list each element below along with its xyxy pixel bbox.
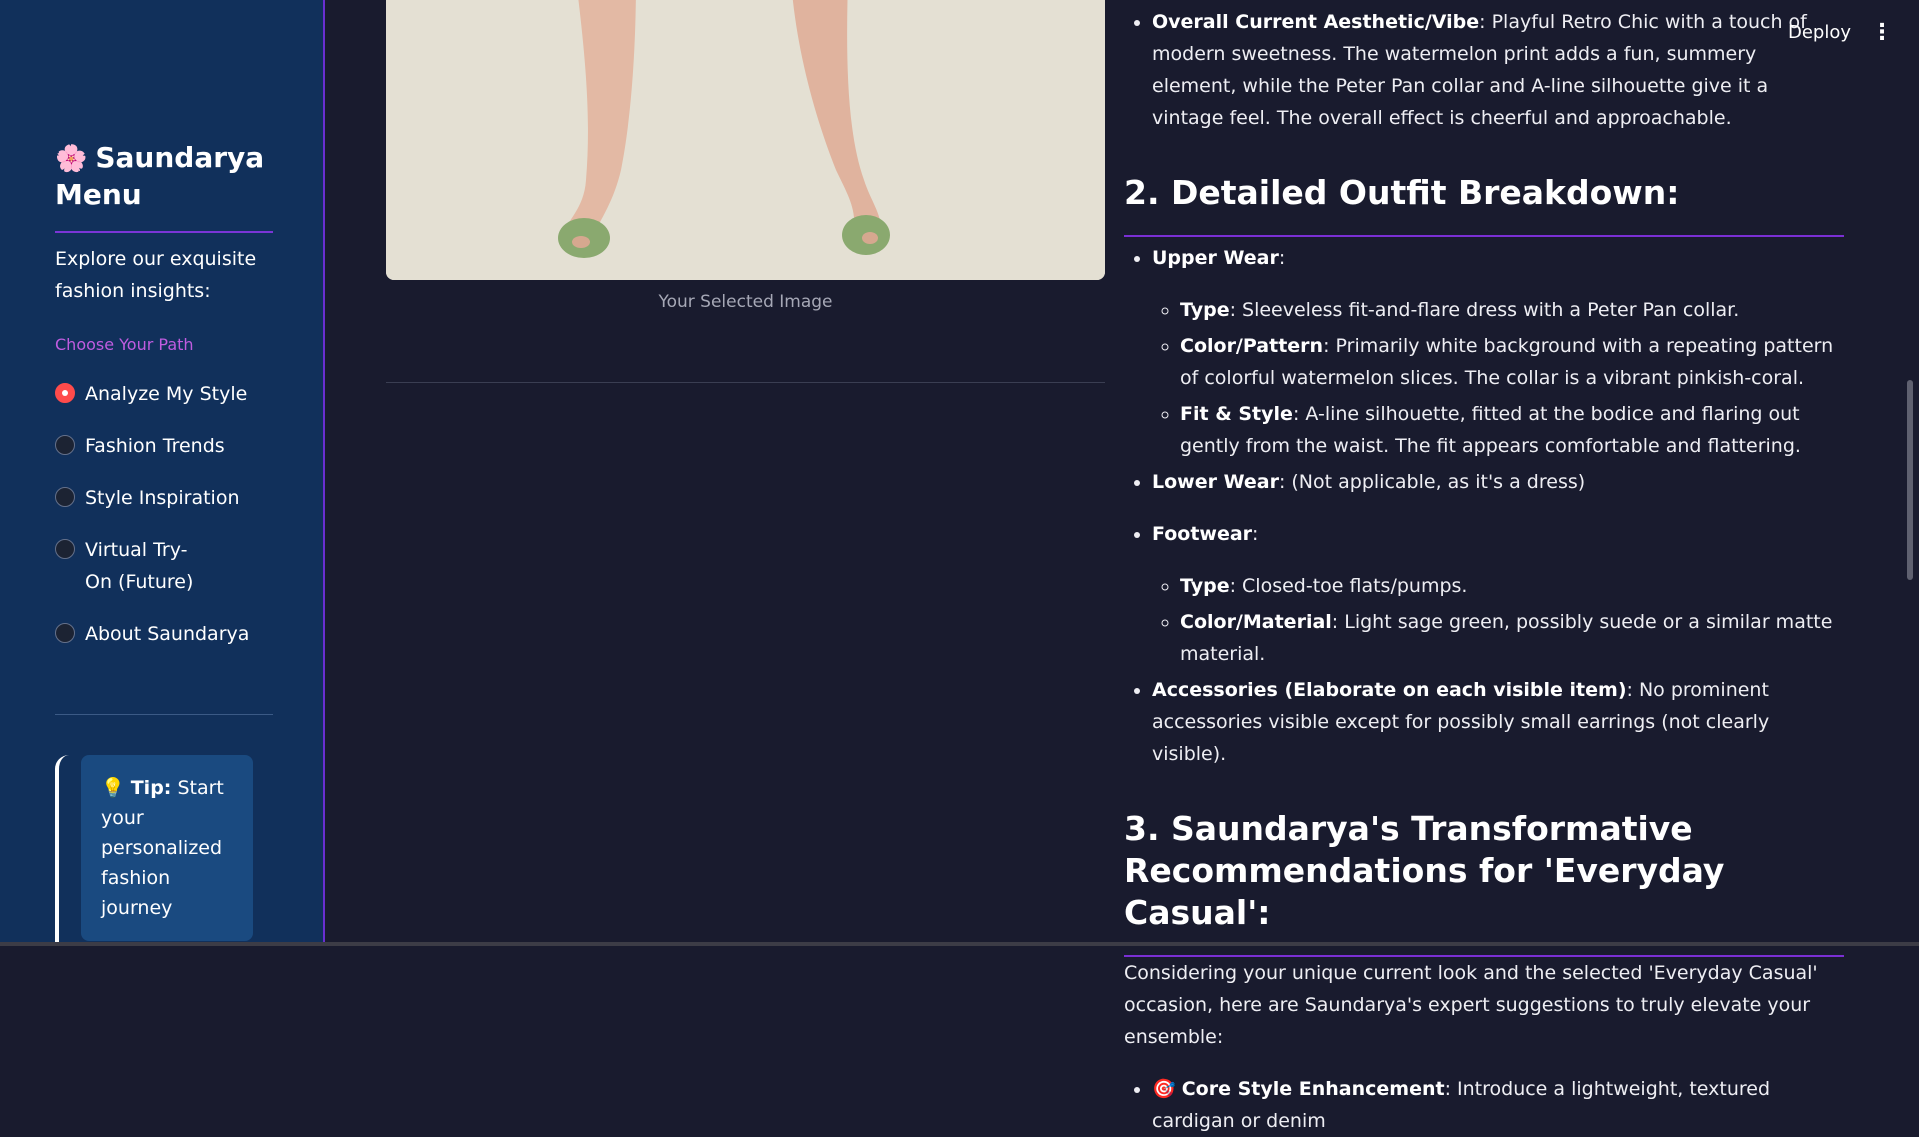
radio-option-analyze-my-style[interactable]: Analyze My Style	[55, 378, 273, 410]
radio-label: Style Inspiration	[85, 482, 240, 514]
analysis-content: Overall Current Aesthetic/Vibe: Playful …	[1124, 0, 1844, 1137]
radio-label: Fashion Trends	[85, 430, 225, 462]
image-divider	[386, 382, 1105, 383]
sidebar-divider	[55, 231, 273, 233]
accessories-label: Accessories (Elaborate on each visible i…	[1152, 679, 1627, 701]
vibe-label: Overall Current Aesthetic/Vibe	[1152, 11, 1479, 33]
section-3-title: 3. Saundarya's Transformative Recommenda…	[1124, 808, 1844, 934]
radio-option-fashion-trends[interactable]: Fashion Trends	[55, 430, 273, 462]
section-3-intro: Considering your unique current look and…	[1124, 957, 1844, 1053]
foot-type-label: Type	[1180, 575, 1230, 597]
footwear-sublist: Type: Closed-toe flats/pumps. Color/Mate…	[1152, 570, 1844, 670]
list-item: Type: Sleeveless fit-and-flare dress wit…	[1180, 294, 1844, 326]
recommendations-list: 🎯 Core Style Enhancement: Introduce a li…	[1124, 1073, 1844, 1137]
sidebar-title: 🌸Saundarya Menu	[55, 140, 273, 213]
list-item-accessories: Accessories (Elaborate on each visible i…	[1152, 674, 1844, 770]
section-2-rule	[1124, 235, 1844, 237]
radio-selected-icon[interactable]	[55, 383, 75, 403]
list-item: Color/Material: Light sage green, possib…	[1180, 606, 1844, 670]
list-item: Overall Current Aesthetic/Vibe: Playful …	[1152, 6, 1844, 134]
radio-unselected-icon[interactable]	[55, 539, 75, 559]
selected-image	[386, 0, 1105, 280]
sidebar-explore-text: Explore our exquisite fashion insights:	[55, 243, 273, 307]
more-options-icon[interactable]: ⋮	[1871, 20, 1893, 45]
path-label: Choose Your Path	[55, 335, 273, 354]
radio-option-virtual-try-on[interactable]: Virtual Try-On (Future)	[55, 534, 273, 598]
radio-unselected-icon[interactable]	[55, 435, 75, 455]
deploy-button[interactable]: Deploy	[1788, 22, 1851, 43]
list-item-lower-wear: Lower Wear: (Not applicable, as it's a d…	[1152, 466, 1844, 498]
list-item: Fit & Style: A-line silhouette, fitted a…	[1180, 398, 1844, 462]
outfit-breakdown-list: Upper Wear: Type: Sleeveless fit-and-fla…	[1124, 242, 1844, 770]
radio-unselected-icon[interactable]	[55, 487, 75, 507]
flower-icon: 🌸	[55, 144, 87, 174]
section-2-title: 2. Detailed Outfit Breakdown:	[1124, 172, 1844, 214]
upper-color-label: Color/Pattern	[1180, 335, 1323, 357]
sidebar-content: 🌸Saundarya Menu Explore our exquisite fa…	[55, 140, 273, 946]
list-item: Type: Closed-toe flats/pumps.	[1180, 570, 1844, 602]
path-radio-group: Analyze My Style Fashion Trends Style In…	[55, 378, 273, 650]
list-item: 🎯 Core Style Enhancement: Introduce a li…	[1152, 1073, 1844, 1137]
list-item-upper-wear: Upper Wear: Type: Sleeveless fit-and-fla…	[1152, 242, 1844, 462]
list-item-footwear: Footwear: Type: Closed-toe flats/pumps. …	[1152, 518, 1844, 670]
foot-color-label: Color/Material	[1180, 611, 1332, 633]
outfit-photo	[386, 0, 1105, 280]
scrollbar[interactable]	[1907, 380, 1913, 580]
bottom-edge	[0, 942, 1919, 946]
core-label: Core Style Enhancement	[1182, 1078, 1445, 1100]
sidebar-divider-2	[55, 714, 273, 715]
lower-wear-text: : (Not applicable, as it's a dress)	[1279, 471, 1585, 493]
topbar: Deploy ⋮	[1788, 20, 1893, 45]
upper-wear-label: Upper Wear	[1152, 247, 1279, 269]
upper-type-text: : Sleeveless fit-and-flare dress with a …	[1230, 299, 1740, 321]
lower-wear-label: Lower Wear	[1152, 471, 1279, 493]
footwear-label: Footwear	[1152, 523, 1252, 545]
radio-label: Analyze My Style	[85, 378, 247, 410]
tip-box: 💡 Tip: Start your personalized fashion j…	[81, 755, 253, 941]
list-item: Color/Pattern: Primarily white backgroun…	[1180, 330, 1844, 394]
upper-fit-label: Fit & Style	[1180, 403, 1293, 425]
lightbulb-icon: 💡	[101, 777, 125, 799]
upper-type-label: Type	[1180, 299, 1230, 321]
sidebar: 🌸Saundarya Menu Explore our exquisite fa…	[0, 0, 325, 946]
radio-option-style-inspiration[interactable]: Style Inspiration	[55, 482, 273, 514]
tip-label: Tip:	[131, 777, 172, 799]
radio-label: About Saundarya	[85, 618, 249, 650]
radio-unselected-icon[interactable]	[55, 623, 75, 643]
tip-container: 💡 Tip: Start your personalized fashion j…	[55, 755, 273, 946]
foot-type-text: : Closed-toe flats/pumps.	[1230, 575, 1468, 597]
main-area: Your Selected Image Overall Current Aest…	[327, 0, 1919, 946]
upper-wear-sublist: Type: Sleeveless fit-and-flare dress wit…	[1152, 294, 1844, 462]
target-icon: 🎯	[1152, 1078, 1176, 1100]
vibe-list: Overall Current Aesthetic/Vibe: Playful …	[1124, 6, 1844, 134]
radio-option-about-saundarya[interactable]: About Saundarya	[55, 618, 273, 650]
radio-label: Virtual Try-On (Future)	[85, 534, 215, 598]
image-caption: Your Selected Image	[386, 292, 1105, 312]
